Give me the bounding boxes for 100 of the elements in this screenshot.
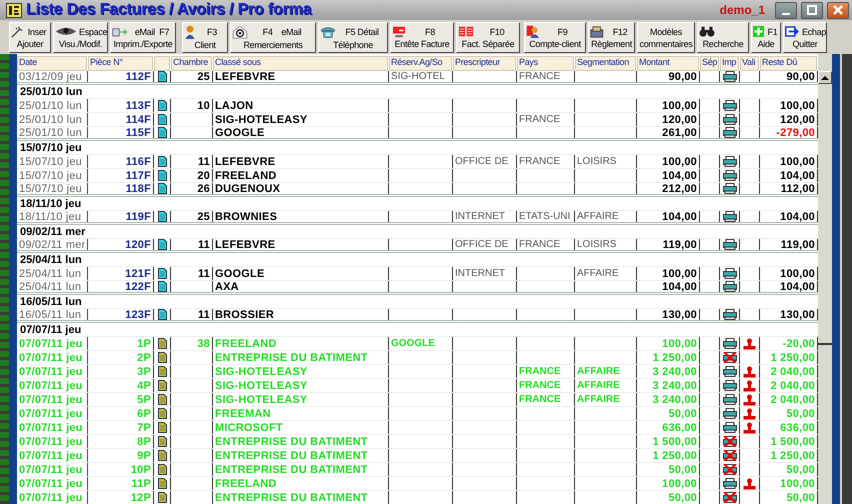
document-icon[interactable]: [158, 100, 166, 111]
invoice-number[interactable]: 114F: [126, 114, 151, 126]
printer-icon[interactable]: [722, 309, 736, 320]
document-icon[interactable]: [158, 211, 166, 222]
invoice-number[interactable]: 118F: [126, 183, 151, 194]
invoice-number[interactable]: 121F: [125, 268, 151, 280]
document-icon[interactable]: [158, 352, 166, 363]
column-header[interactable]: Classé sous: [213, 56, 388, 71]
document-icon[interactable]: [158, 380, 166, 391]
document-icon[interactable]: [158, 268, 166, 279]
scroll-up-button[interactable]: [818, 71, 832, 84]
toolbar-button[interactable]: F5 Détail Téléphone: [318, 22, 388, 53]
toolbar-button[interactable]: F8 Entête Facture: [390, 22, 454, 53]
column-header[interactable]: Pièce N°: [88, 56, 153, 71]
date-group-header[interactable]: 25/01/10 lun: [20, 86, 82, 98]
toolbar-button[interactable]: F3 Client: [182, 22, 228, 53]
column-header[interactable]: Segmentation: [575, 56, 636, 71]
printer-icon[interactable]: [722, 422, 736, 433]
minimize-button[interactable]: [775, 2, 797, 18]
printer-icon[interactable]: [722, 338, 736, 349]
crossed-printer-icon[interactable]: [722, 464, 736, 475]
document-icon[interactable]: [158, 436, 166, 447]
toolbar-button[interactable]: Modèles commentaires: [637, 22, 695, 53]
close-button[interactable]: [827, 2, 849, 18]
column-header[interactable]: Prescripteur: [453, 56, 516, 71]
document-icon[interactable]: [158, 464, 166, 475]
printer-icon[interactable]: [722, 239, 736, 250]
invoice-number[interactable]: 112F: [126, 71, 151, 82]
printer-icon[interactable]: [722, 114, 736, 125]
document-icon[interactable]: [158, 183, 166, 194]
date-group-header[interactable]: 25/04/11 lun: [20, 254, 82, 266]
toolbar-button[interactable]: F12 Règlement: [588, 22, 635, 53]
toolbar-button[interactable]: eMail F7 Imprim./Exporte: [110, 22, 176, 53]
crossed-printer-icon[interactable]: [722, 492, 736, 503]
printer-icon[interactable]: [722, 71, 736, 82]
stamp-icon[interactable]: [743, 478, 756, 490]
toolbar-button[interactable]: Echap Quitter: [783, 22, 827, 53]
document-icon[interactable]: [158, 408, 166, 419]
crossed-printer-icon[interactable]: [722, 436, 736, 447]
toolbar-button[interactable]: F9 Compte-client: [524, 22, 586, 53]
stamp-icon[interactable]: [743, 338, 756, 350]
toolbar-button[interactable]: Recherche: [697, 22, 749, 53]
document-icon[interactable]: [158, 281, 166, 292]
invoice-number[interactable]: 123F: [125, 309, 151, 320]
column-header[interactable]: Chambre: [171, 56, 212, 71]
printer-icon[interactable]: [722, 366, 736, 377]
date-group-header[interactable]: 18/11/10 jeu: [20, 198, 82, 210]
document-icon[interactable]: [158, 450, 166, 461]
printer-icon[interactable]: [722, 394, 736, 405]
document-icon[interactable]: [158, 394, 166, 405]
document-icon[interactable]: [158, 309, 166, 320]
printer-icon[interactable]: [722, 156, 736, 167]
printer-icon[interactable]: [722, 268, 736, 279]
date-group-header[interactable]: 09/02/11 mer: [20, 226, 86, 238]
printer-icon[interactable]: [722, 380, 736, 391]
scroll-thumb[interactable]: [818, 343, 832, 345]
invoice-number[interactable]: 117F: [126, 170, 151, 182]
document-icon[interactable]: [158, 338, 166, 349]
toolbar-button[interactable]: Inser Ajouter: [9, 22, 51, 53]
stamp-icon[interactable]: [743, 422, 756, 434]
printer-icon[interactable]: [722, 100, 736, 111]
column-header[interactable]: Réserv.Ag/So: [389, 56, 452, 71]
invoice-number[interactable]: 115F: [126, 127, 151, 138]
maximize-button[interactable]: [801, 2, 823, 18]
document-icon[interactable]: [158, 114, 166, 125]
stamp-icon[interactable]: [743, 394, 756, 406]
column-header[interactable]: Sép: [700, 56, 719, 71]
toolbar-button[interactable]: F4 eMail Remerciements: [230, 22, 316, 53]
document-icon[interactable]: [158, 366, 166, 377]
printer-icon[interactable]: [722, 127, 736, 138]
stamp-icon[interactable]: [743, 380, 756, 392]
invoice-number[interactable]: 120F: [125, 239, 151, 250]
printer-icon[interactable]: [722, 281, 736, 292]
column-header[interactable]: Date: [17, 56, 87, 71]
date-group-header[interactable]: 07/07/11 jeu: [20, 324, 82, 336]
stamp-icon[interactable]: [743, 366, 756, 378]
column-header[interactable]: Reste Dû: [760, 56, 817, 71]
printer-icon[interactable]: [722, 211, 736, 222]
toolbar-button[interactable]: Espace Visu./Modif.: [53, 22, 108, 53]
date-group-header[interactable]: 16/05/11 lun: [20, 296, 82, 308]
scrollbar[interactable]: [818, 54, 832, 504]
document-icon[interactable]: [158, 156, 166, 167]
document-icon[interactable]: [158, 239, 166, 250]
printer-icon[interactable]: [722, 408, 736, 419]
printer-icon[interactable]: [722, 478, 736, 489]
document-icon[interactable]: [158, 170, 166, 181]
invoice-number[interactable]: 119F: [126, 211, 151, 222]
column-header[interactable]: Imp: [720, 56, 739, 71]
document-icon[interactable]: [158, 492, 166, 503]
invoice-number[interactable]: 116F: [126, 156, 151, 168]
printer-icon[interactable]: [722, 170, 736, 181]
stamp-icon[interactable]: [743, 408, 756, 420]
date-group-header[interactable]: 15/07/10 jeu: [20, 142, 82, 154]
column-header[interactable]: Montant: [637, 56, 699, 71]
toolbar-button[interactable]: F1 Aide: [751, 22, 781, 53]
invoice-number[interactable]: 113F: [126, 100, 151, 112]
crossed-printer-icon[interactable]: [722, 450, 736, 461]
column-header[interactable]: Pays: [517, 56, 574, 71]
printer-icon[interactable]: [722, 183, 736, 194]
invoice-number[interactable]: 122F: [125, 281, 151, 292]
